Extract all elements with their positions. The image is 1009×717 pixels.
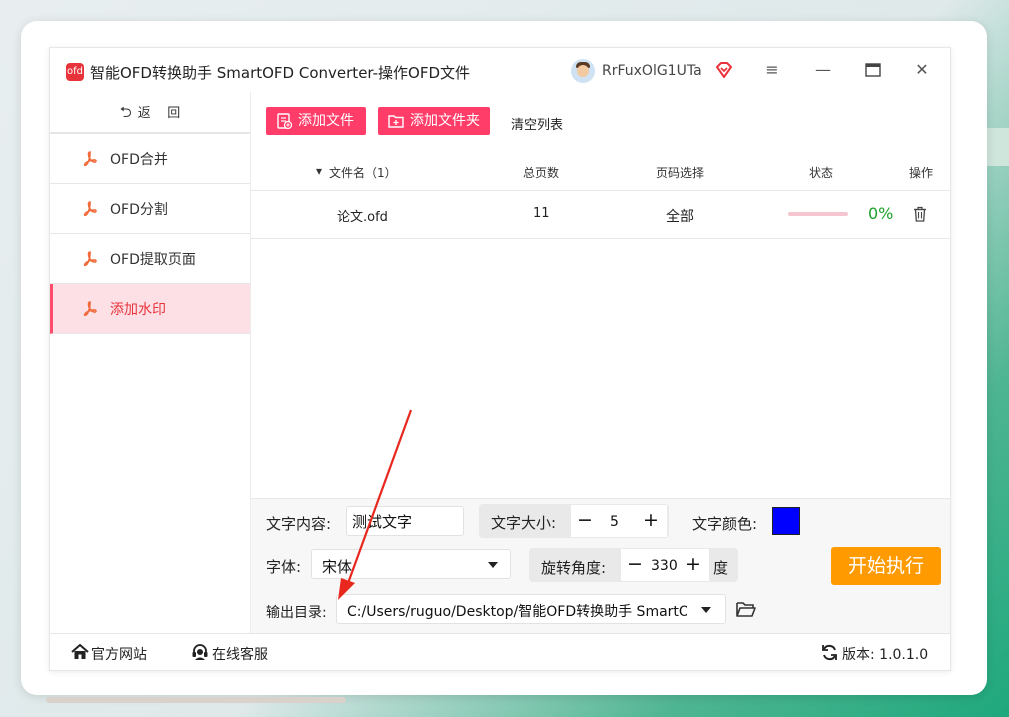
- card-shadow: [46, 697, 346, 703]
- chevron-down-icon: [701, 607, 711, 613]
- add-file-button[interactable]: 添加文件: [266, 107, 366, 135]
- output-dir-select[interactable]: C:/Users/ruguo/Desktop/智能OFD转换助手 SmartOf: [336, 594, 726, 624]
- start-button[interactable]: 开始执行: [831, 547, 941, 585]
- add-folder-button[interactable]: 添加文件夹: [378, 107, 490, 135]
- font-color-swatch[interactable]: [772, 507, 800, 535]
- online-support-link[interactable]: 在线客服: [212, 644, 268, 664]
- app-window: ofd 智能OFD转换助手 SmartOFD Converter-操作OFD文件…: [49, 47, 951, 671]
- rotation-control: − 330 +: [621, 549, 709, 581]
- main-panel: 添加文件 添加文件夹 清空列表 ▾ 文件名（1） 总页数 页码选择 状态 操作 …: [251, 92, 950, 634]
- status-bar: 官方网站 在线客服 版本: 1.0.1.0: [50, 633, 950, 671]
- home-icon: [71, 644, 89, 659]
- add-folder-label: 添加文件夹: [410, 113, 480, 129]
- title-bar: ofd 智能OFD转换助手 SmartOFD Converter-操作OFD文件…: [50, 48, 950, 92]
- font-size-increase-button[interactable]: +: [641, 509, 661, 531]
- pdf-icon: [83, 301, 97, 317]
- user-avatar[interactable]: [571, 59, 595, 83]
- sidebar-item-add-watermark[interactable]: 添加水印: [50, 284, 250, 334]
- column-action: 操作: [909, 166, 934, 180]
- sidebar-item-label: OFD合并: [110, 152, 168, 168]
- sidebar-item-ofd-merge[interactable]: OFD合并: [50, 134, 250, 184]
- minimize-icon[interactable]: —: [813, 60, 833, 80]
- vip-diamond-icon[interactable]: [714, 60, 734, 80]
- back-label: 返 回: [137, 106, 181, 121]
- row-pages: 11: [533, 206, 550, 221]
- table-row[interactable]: 论文.ofd 11 全部 0%: [251, 190, 950, 239]
- column-pages: 总页数: [523, 166, 560, 180]
- font-size-stepper: 文字大小: − 5 +: [479, 504, 669, 538]
- sidebar-item-ofd-split[interactable]: OFD分割: [50, 184, 250, 234]
- headset-icon: [192, 644, 208, 660]
- pdf-icon: [83, 151, 97, 167]
- version-text: 版本: 1.0.1.0: [842, 647, 929, 663]
- sidebar: ⮌ 返 回 OFD合并 OFD分割 OFD提取页面 添加水印: [50, 92, 251, 633]
- official-website-link[interactable]: 官方网站: [91, 644, 147, 664]
- column-page-select: 页码选择: [656, 166, 705, 180]
- background-strip: [985, 128, 1009, 166]
- app-logo-icon: ofd: [66, 63, 84, 81]
- output-dir-label: 输出目录:: [266, 605, 327, 621]
- sort-caret-icon[interactable]: ▾: [316, 164, 322, 178]
- text-content-input[interactable]: 测试文字: [346, 506, 464, 536]
- font-select[interactable]: 宋体: [311, 549, 511, 579]
- refresh-icon[interactable]: [821, 644, 838, 661]
- delete-icon[interactable]: [913, 206, 927, 222]
- clear-list-button[interactable]: 清空列表: [511, 114, 563, 133]
- maximize-icon[interactable]: [863, 60, 883, 80]
- row-page-select[interactable]: 全部: [666, 206, 694, 226]
- progress-bar: [788, 212, 848, 216]
- rotation-decrease-button[interactable]: −: [625, 553, 645, 575]
- folder-open-icon[interactable]: [736, 600, 756, 618]
- text-content-label: 文字内容:: [266, 515, 332, 533]
- column-filename[interactable]: 文件名（1）: [329, 164, 397, 181]
- row-progress-percent: 0%: [868, 204, 894, 223]
- add-folder-icon: [388, 115, 404, 128]
- back-arrow-icon: ⮌: [119, 103, 132, 121]
- font-size-label: 文字大小:: [491, 514, 557, 532]
- rotation-unit: 度: [713, 559, 729, 577]
- font-label: 字体:: [266, 558, 302, 576]
- pdf-icon: [83, 201, 97, 217]
- rotation-stepper: 旋转角度: − 330 + 度: [529, 548, 738, 582]
- rotation-label: 旋转角度:: [541, 559, 607, 577]
- sidebar-item-label: OFD分割: [110, 202, 168, 218]
- font-select-value: 宋体: [322, 558, 353, 576]
- chevron-down-icon: [488, 562, 498, 568]
- output-dir-value: C:/Users/ruguo/Desktop/智能OFD转换助手 SmartOf: [347, 604, 687, 620]
- menu-icon[interactable]: ≡: [762, 60, 782, 80]
- column-status: 状态: [809, 166, 834, 180]
- close-icon[interactable]: ✕: [912, 60, 932, 80]
- font-color-label: 文字颜色:: [692, 515, 758, 533]
- table-header: ▾ 文件名（1） 总页数 页码选择 状态 操作: [251, 152, 950, 191]
- sidebar-item-ofd-extract[interactable]: OFD提取页面: [50, 234, 250, 284]
- sidebar-item-label: OFD提取页面: [110, 252, 196, 268]
- font-size-value[interactable]: 5: [610, 514, 619, 530]
- sidebar-item-label: 添加水印: [110, 302, 166, 318]
- back-button[interactable]: ⮌ 返 回: [50, 92, 250, 134]
- font-size-control: − 5 +: [571, 505, 667, 537]
- rotation-increase-button[interactable]: +: [683, 553, 703, 575]
- add-file-icon: [277, 113, 292, 129]
- pdf-icon: [83, 251, 97, 267]
- row-filename: 论文.ofd: [337, 210, 388, 225]
- username[interactable]: RrFuxOlG1UTa: [602, 63, 702, 79]
- watermark-settings: 文字内容: 测试文字 文字大小: − 5 + 文字颜色: 字体: 宋体 旋转角度…: [251, 498, 950, 634]
- font-size-decrease-button[interactable]: −: [575, 509, 595, 531]
- rotation-value[interactable]: 330: [651, 558, 678, 574]
- app-title: 智能OFD转换助手 SmartOFD Converter-操作OFD文件: [90, 64, 471, 82]
- add-file-label: 添加文件: [298, 113, 354, 129]
